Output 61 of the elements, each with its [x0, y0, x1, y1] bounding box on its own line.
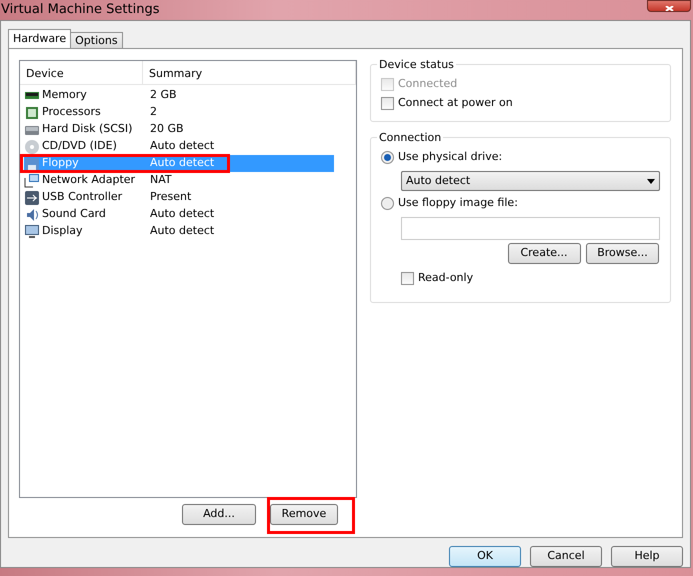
browse-button[interactable]: Browse... — [586, 243, 659, 264]
radio-button[interactable] — [381, 197, 394, 210]
checkbox-label: Read-only — [418, 270, 474, 286]
device-name: USB Controller — [42, 189, 122, 206]
network-icon — [24, 172, 40, 188]
create-button[interactable]: Create... — [508, 243, 580, 264]
chip-icon — [24, 104, 40, 120]
tab[interactable]: Options — [70, 32, 123, 48]
column-header[interactable]: Summary — [143, 61, 356, 84]
window-title: Virtual Machine Settings — [1, 1, 160, 20]
add-button[interactable]: Add... — [182, 504, 256, 525]
device-summary: Present — [150, 189, 192, 206]
device-name: Sound Card — [42, 206, 106, 222]
radio-button[interactable] — [381, 151, 394, 164]
device-name: Processors — [42, 104, 101, 120]
device-name: Network Adapter — [42, 172, 136, 188]
device-summary: Auto detect — [150, 138, 214, 154]
dropdown-arrow-icon — [647, 178, 655, 184]
device-summary: Auto detect — [150, 223, 214, 240]
list-row[interactable]: Processors 2 — [24, 104, 334, 121]
column-header[interactable]: Device — [20, 61, 143, 84]
list-row[interactable]: Sound Card Auto detect — [24, 206, 334, 223]
radio-label: Use physical drive: — [398, 149, 502, 166]
disc-icon — [24, 138, 40, 154]
checkbox[interactable] — [401, 272, 414, 285]
ok-button[interactable]: OK — [449, 546, 521, 567]
help-button[interactable]: Help — [611, 546, 683, 567]
list-row[interactable]: CD/DVD (IDE) Auto detect — [24, 138, 334, 155]
close-icon — [664, 6, 674, 11]
checkbox-label: Connect at power on — [398, 95, 513, 112]
device-summary: 2 GB — [150, 87, 177, 104]
device-summary: Auto detect — [150, 206, 214, 222]
close-button[interactable] — [647, 0, 691, 12]
device-summary: 2 — [150, 104, 157, 120]
remove-button[interactable]: Remove — [270, 504, 338, 525]
group-label: Connection — [377, 131, 444, 144]
device-summary: NAT — [150, 172, 172, 188]
device-name: Floppy — [42, 155, 79, 172]
radio-label: Use floppy image file: — [398, 195, 518, 212]
cancel-button[interactable]: Cancel — [530, 546, 602, 567]
list-row[interactable]: Hard Disk (SCSI) 20 GB — [24, 121, 334, 138]
checkbox[interactable] — [381, 97, 394, 110]
group-label: Device status — [377, 58, 456, 71]
list-row[interactable]: Network Adapter NAT — [24, 172, 334, 189]
monitor-icon — [24, 224, 40, 240]
floppy-icon — [24, 156, 40, 172]
list-row[interactable]: Memory 2 GB — [24, 87, 334, 104]
device-summary: Auto detect — [150, 155, 214, 172]
list-row[interactable]: USB Controller Present — [24, 189, 334, 206]
drive-dropdown[interactable]: Auto detect — [401, 171, 660, 191]
dropdown-value: Auto detect — [406, 172, 470, 189]
checkbox-label: Connected — [398, 76, 458, 92]
tab[interactable]: Hardware — [8, 29, 72, 48]
device-name: Display — [42, 223, 83, 240]
list-row[interactable]: Display Auto detect — [24, 223, 334, 240]
device-name: Memory — [42, 87, 87, 104]
image-file-field[interactable] — [401, 217, 660, 240]
device-name: Hard Disk (SCSI) — [42, 121, 132, 138]
speaker-icon — [24, 206, 40, 222]
device-summary: 20 GB — [150, 121, 184, 138]
device-name: CD/DVD (IDE) — [42, 138, 117, 154]
